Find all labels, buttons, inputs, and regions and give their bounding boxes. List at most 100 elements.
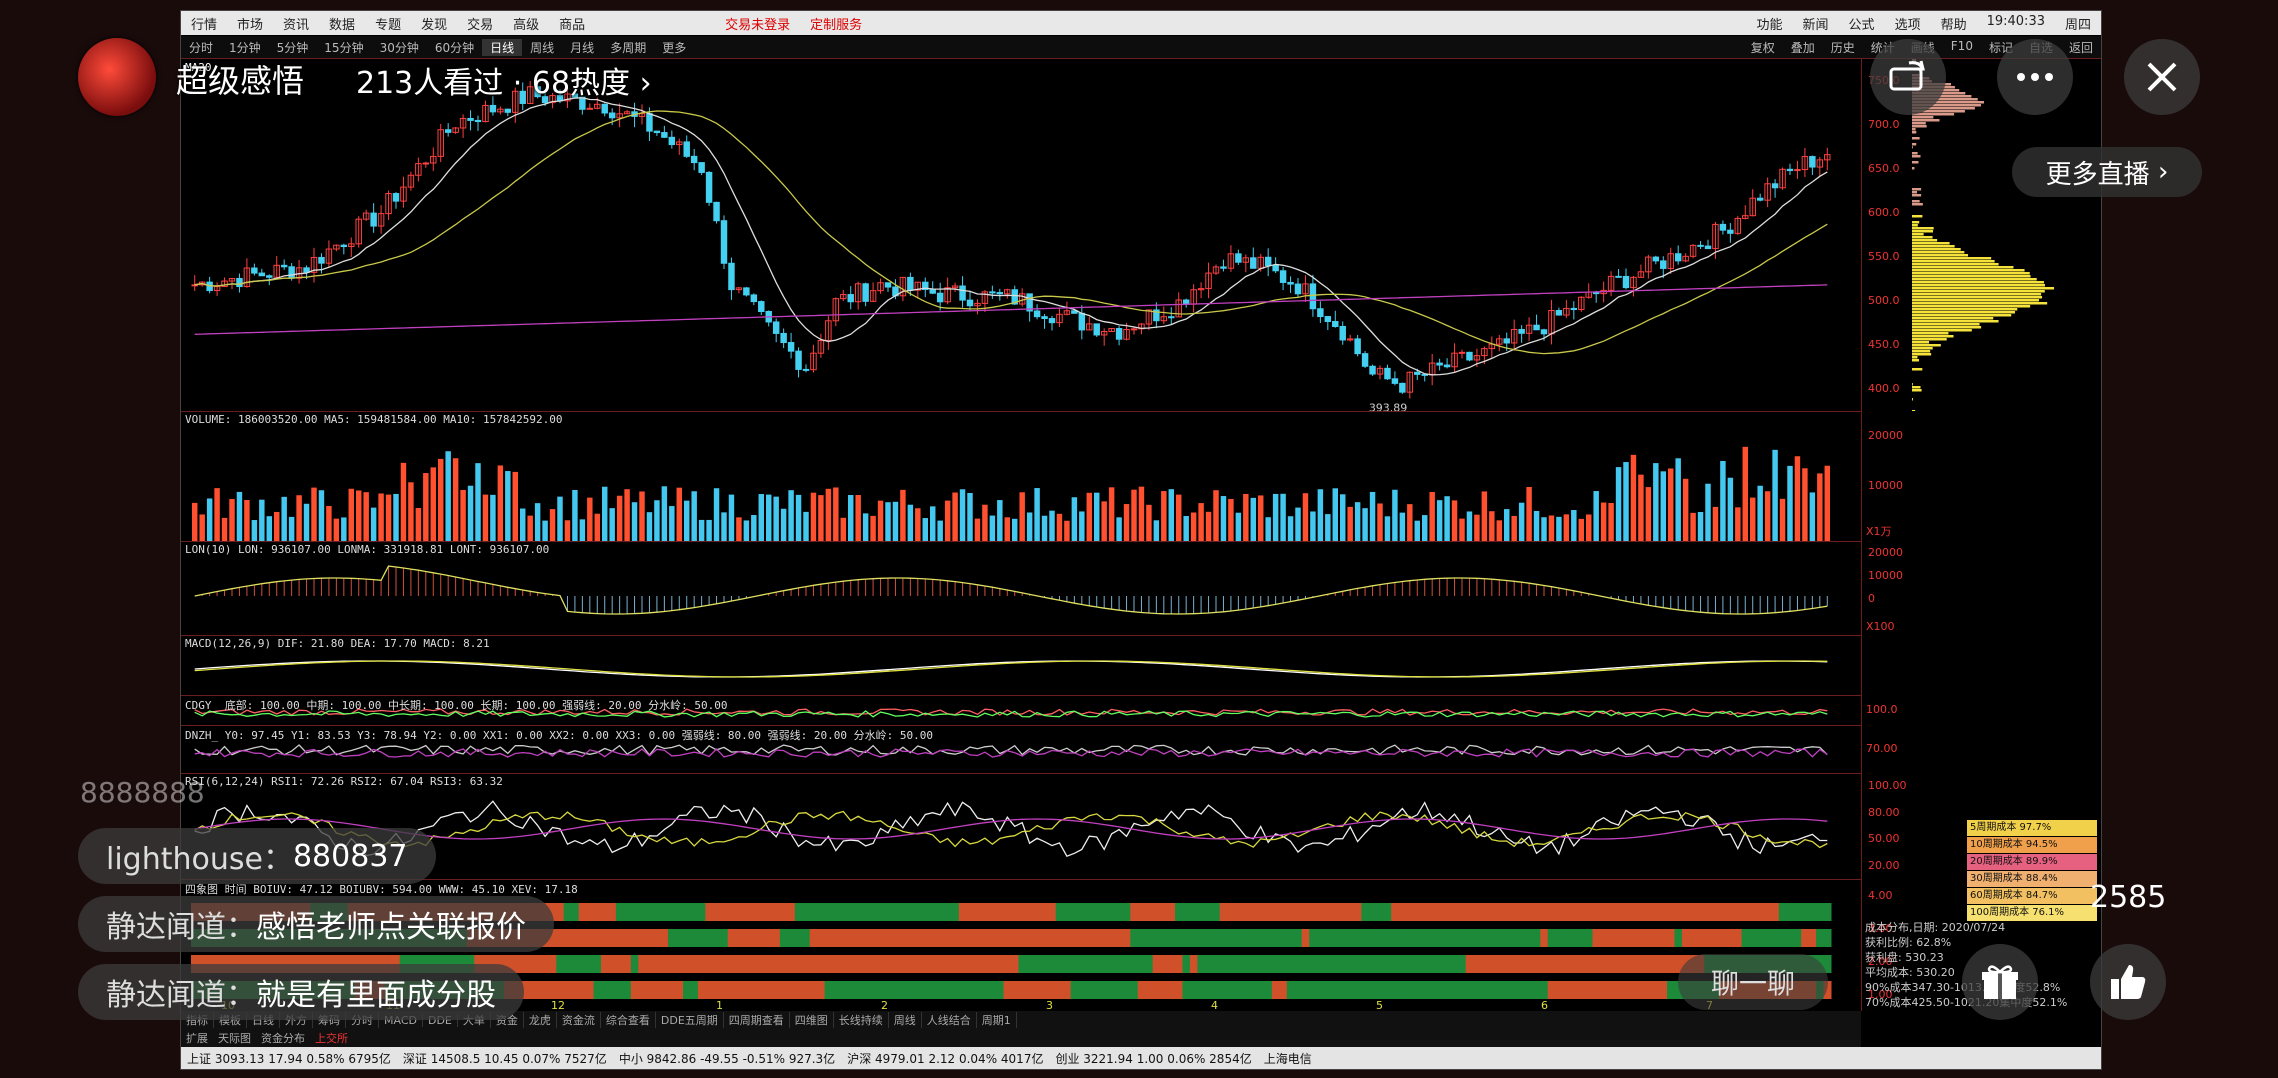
rotate-screen-icon — [1889, 60, 1925, 91]
chip-bar — [1912, 128, 1916, 131]
indicator-tab[interactable]: DDE五周期 — [656, 1012, 724, 1028]
signal-bar-segment — [712, 981, 721, 999]
menu-item[interactable]: 交易 — [457, 14, 503, 33]
candle-body — [966, 299, 974, 307]
signal-bar-segment — [1629, 903, 1638, 921]
signal-bar-segment — [1644, 929, 1653, 947]
indicator-tab[interactable]: 长线持续 — [834, 1012, 889, 1028]
signal-bar-segment — [1555, 903, 1564, 921]
menu-item[interactable]: 资讯 — [273, 14, 319, 33]
signal-bar-segment — [1637, 955, 1646, 973]
volume-bar — [415, 507, 422, 541]
close-button[interactable] — [2124, 39, 2200, 115]
signal-bar-segment — [1204, 903, 1213, 921]
extension-tab[interactable]: 上交所 — [310, 1030, 353, 1046]
toolbar-button[interactable]: 复权 — [1743, 39, 1783, 56]
menu-item[interactable]: 专题 — [365, 14, 411, 33]
toolbar-button[interactable]: F10 — [1943, 39, 1981, 56]
indicator-tab[interactable]: 周线 — [889, 1012, 922, 1028]
cdgy-panel[interactable]: CDGY_ 底部: 100.00 中期: 100.00 中长期: 100.00 … — [181, 695, 1861, 726]
menu-item[interactable]: 新闻 — [1793, 14, 1839, 33]
menu-item[interactable]: 周四 — [2055, 14, 2101, 33]
menu-item[interactable]: 19:40:33 — [1977, 14, 2055, 33]
signal-bar-segment — [1435, 929, 1444, 947]
period-tab[interactable]: 5分钟 — [269, 39, 317, 56]
indicator-tab[interactable]: 四周期查看 — [724, 1012, 790, 1028]
menu-item[interactable]: 功能 — [1747, 14, 1793, 33]
chevron-right-icon: › — [639, 66, 652, 101]
menu-item[interactable]: 高级 — [503, 14, 549, 33]
signal-bar-segment — [1175, 981, 1183, 999]
volume-panel[interactable]: VOLUME: 186003520.00 MA5: 159481584.00 M… — [181, 411, 1861, 542]
menu-item[interactable]: 发现 — [411, 14, 457, 33]
signal-bar-segment — [683, 981, 691, 999]
indicator-tab[interactable]: 周期1 — [977, 1012, 1017, 1028]
indicator-tab[interactable]: 四维图 — [790, 1012, 834, 1028]
indicator-tab[interactable]: 资金流 — [557, 1012, 601, 1028]
toolbar-button[interactable]: 返回 — [2061, 39, 2101, 56]
volume-bar — [1384, 516, 1391, 541]
signal-bar-segment — [1219, 929, 1228, 947]
period-tab[interactable]: 多周期 — [602, 39, 654, 56]
like-button[interactable] — [2090, 944, 2166, 1020]
toolbar-button[interactable]: 叠加 — [1783, 39, 1823, 56]
extension-tab[interactable]: 扩展 — [181, 1030, 213, 1046]
volume-bar — [892, 501, 899, 541]
volume-bar — [206, 498, 213, 541]
signal-bar-segment — [1286, 903, 1295, 921]
signal-bar-segment — [1055, 955, 1064, 973]
period-tab[interactable]: 15分钟 — [316, 39, 371, 56]
period-tab[interactable]: 60分钟 — [427, 39, 482, 56]
streamer-avatar[interactable] — [78, 38, 156, 116]
period-tab[interactable]: 更多 — [654, 39, 694, 56]
volume-bar — [1071, 497, 1078, 541]
chat-input-button[interactable]: 聊一聊 — [1678, 954, 1828, 1010]
signal-bar-segment — [936, 903, 945, 921]
indicator-tab[interactable]: 人线结合 — [922, 1012, 977, 1028]
menu-item[interactable]: 公式 — [1839, 14, 1885, 33]
signal-bar-segment — [1808, 903, 1817, 921]
period-tab[interactable]: 1分钟 — [221, 39, 269, 56]
period-tab[interactable]: 分时 — [181, 39, 221, 56]
signal-bar-segment — [1622, 981, 1631, 999]
period-tab[interactable]: 日线 — [482, 38, 523, 56]
menu-item[interactable]: 行情 — [181, 14, 227, 33]
extension-tab[interactable]: 天际图 — [213, 1030, 256, 1046]
price-panel[interactable]: MA20 393.89 — [181, 59, 1861, 414]
rotate-button[interactable] — [1870, 39, 1946, 115]
indicator-tab[interactable]: 龙虎 — [524, 1012, 557, 1028]
signal-bar-segment — [1488, 955, 1497, 973]
more-live-button[interactable]: 更多直播 › — [2012, 147, 2202, 197]
candle-body — [787, 342, 795, 352]
menu-item[interactable]: 帮助 — [1931, 14, 1977, 33]
volume-bar — [221, 517, 228, 541]
signal-bar-segment — [571, 955, 580, 973]
signal-bar-segment — [1070, 955, 1079, 973]
period-tab[interactable]: 周线 — [522, 39, 562, 56]
axis-tick: 600.0 — [1868, 206, 1900, 219]
more-options-button[interactable] — [1997, 39, 2073, 115]
menu-notice[interactable]: 交易未登录 — [715, 14, 800, 33]
indicator-tab[interactable]: 综合查看 — [601, 1012, 656, 1028]
period-tab[interactable]: 月线 — [562, 39, 602, 56]
lon-panel[interactable]: LON(10) LON: 936107.00 LONMA: 331918.81 … — [181, 541, 1861, 636]
candle-body — [608, 112, 616, 119]
signal-bar-segment — [1048, 981, 1057, 999]
toolbar-button[interactable]: 历史 — [1823, 39, 1863, 56]
menu-item[interactable]: 市场 — [227, 14, 273, 33]
menu-item[interactable]: 商品 — [549, 14, 595, 33]
volume-bar — [1742, 446, 1748, 541]
period-tab[interactable]: 30分钟 — [372, 39, 427, 56]
extension-tab[interactable]: 资金分布 — [256, 1030, 310, 1046]
dnzh-panel[interactable]: DNZH_ Y0: 97.45 Y1: 83.53 Y3: 78.94 Y2: … — [181, 725, 1861, 774]
gift-button[interactable] — [1962, 944, 2038, 1020]
menu-notice[interactable]: 定制服务 — [800, 14, 872, 33]
macd-panel[interactable]: MACD(12,26,9) DIF: 21.80 DEA: 17.70 MACD… — [181, 635, 1861, 696]
viewer-stats[interactable]: 213人看过 · 68热度 › — [356, 58, 652, 102]
streamer-name[interactable]: 超级感悟 — [176, 56, 304, 102]
volume-bar — [400, 462, 407, 541]
menu-item[interactable]: 选项 — [1885, 14, 1931, 33]
menu-item[interactable]: 数据 — [319, 14, 365, 33]
signal-bar-segment — [854, 903, 863, 921]
signal-bar-segment — [1570, 955, 1579, 973]
